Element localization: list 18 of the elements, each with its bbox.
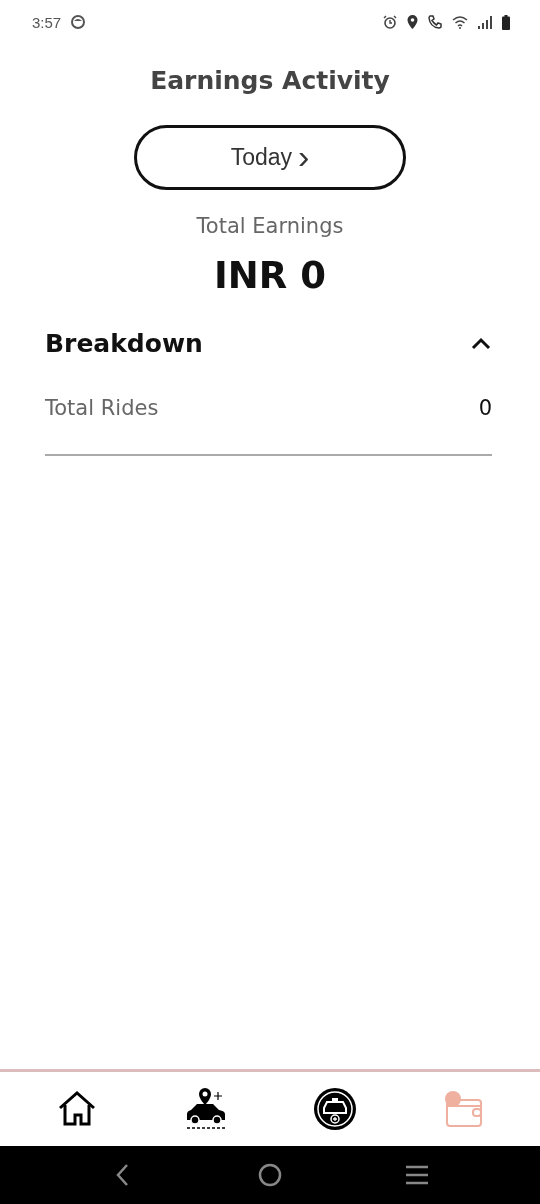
home-circle-icon[interactable] (257, 1162, 283, 1188)
battery-icon (502, 14, 510, 30)
row-label: Total Rides (45, 396, 159, 420)
row-value: 0 (478, 396, 492, 420)
period-button[interactable]: Today › (134, 125, 406, 190)
status-time: 3:57 (32, 13, 62, 31)
page-title: Earnings Activity (149, 66, 391, 95)
wifi-icon (452, 15, 468, 29)
notification-icon (71, 15, 86, 29)
section-title: Breakdown (45, 329, 203, 358)
alarm-icon (383, 15, 397, 29)
total-earnings-label: Total Earnings (195, 214, 345, 238)
call-icon (428, 15, 442, 29)
total-earnings-value: INR 0 (213, 254, 327, 297)
signal-icon (478, 15, 492, 29)
collapse-caret-icon[interactable] (470, 336, 492, 351)
taxi-add-icon[interactable] (311, 1086, 358, 1132)
location-icon (407, 15, 418, 29)
